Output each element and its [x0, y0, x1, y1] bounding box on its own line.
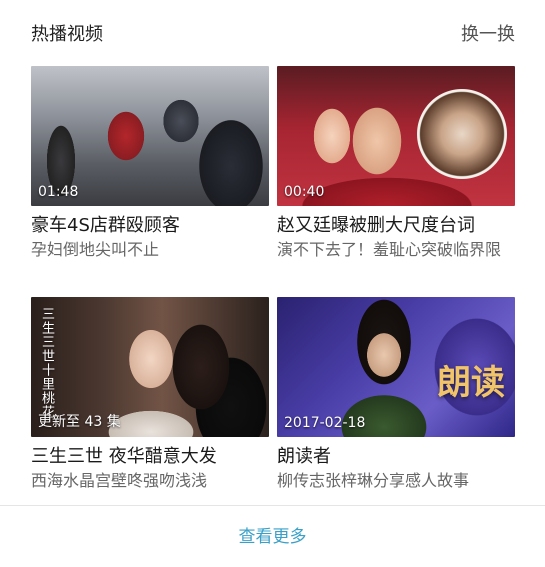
video-title[interactable]: 朗读者 [277, 445, 515, 469]
show-title-art: 三生三世十里桃花 [39, 307, 54, 419]
video-title[interactable]: 豪车4S店群殴顾客 [31, 214, 269, 238]
divider [0, 505, 545, 506]
video-date: 2017-02-18 [284, 415, 366, 431]
video-subtitle: 孕妇倒地尖叫不止 [31, 240, 160, 259]
video-duration: 01:48 [38, 184, 79, 200]
video-thumbnail[interactable]: 朗读 2017-02-18 [277, 297, 515, 437]
video-title[interactable]: 三生三世 夜华醋意大发 [31, 445, 269, 469]
video-thumbnail[interactable]: 三生三世十里桃花 更新至 43 集 [31, 297, 269, 437]
video-card-3[interactable]: 三生三世十里桃花 更新至 43 集 三生三世 夜华醋意大发 西海水晶宫壁咚强吻浅… [31, 297, 269, 492]
video-subtitle: 演不下去了！羞耻心突破临界限 [277, 240, 502, 259]
video-subtitle: 西海水晶宫壁咚强吻浅浅 [31, 471, 208, 490]
video-duration: 00:40 [284, 184, 325, 200]
section-title: 热播视频 [31, 24, 103, 45]
episode-status: 更新至 43 集 [38, 414, 121, 430]
video-card-4[interactable]: 朗读 2017-02-18 朗读者 柳传志张梓琳分享感人故事 [277, 297, 515, 492]
video-subtitle: 柳传志张梓琳分享感人故事 [277, 471, 470, 490]
refresh-button[interactable]: 换一换 [461, 20, 515, 46]
video-title[interactable]: 赵又廷曝被删大尺度台词 [277, 214, 515, 238]
stage-sign: 朗读 [437, 363, 505, 403]
video-thumbnail[interactable]: 00:40 [277, 66, 515, 206]
video-card-2[interactable]: 00:40 赵又廷曝被删大尺度台词 演不下去了！羞耻心突破临界限 [277, 66, 515, 261]
see-more-link[interactable]: 查看更多 [0, 522, 545, 547]
video-thumbnail[interactable]: 01:48 [31, 66, 269, 206]
section-header: 热播视频 换一换 [0, 0, 545, 64]
video-card-1[interactable]: 01:48 豪车4S店群殴顾客 孕妇倒地尖叫不止 [31, 66, 269, 261]
